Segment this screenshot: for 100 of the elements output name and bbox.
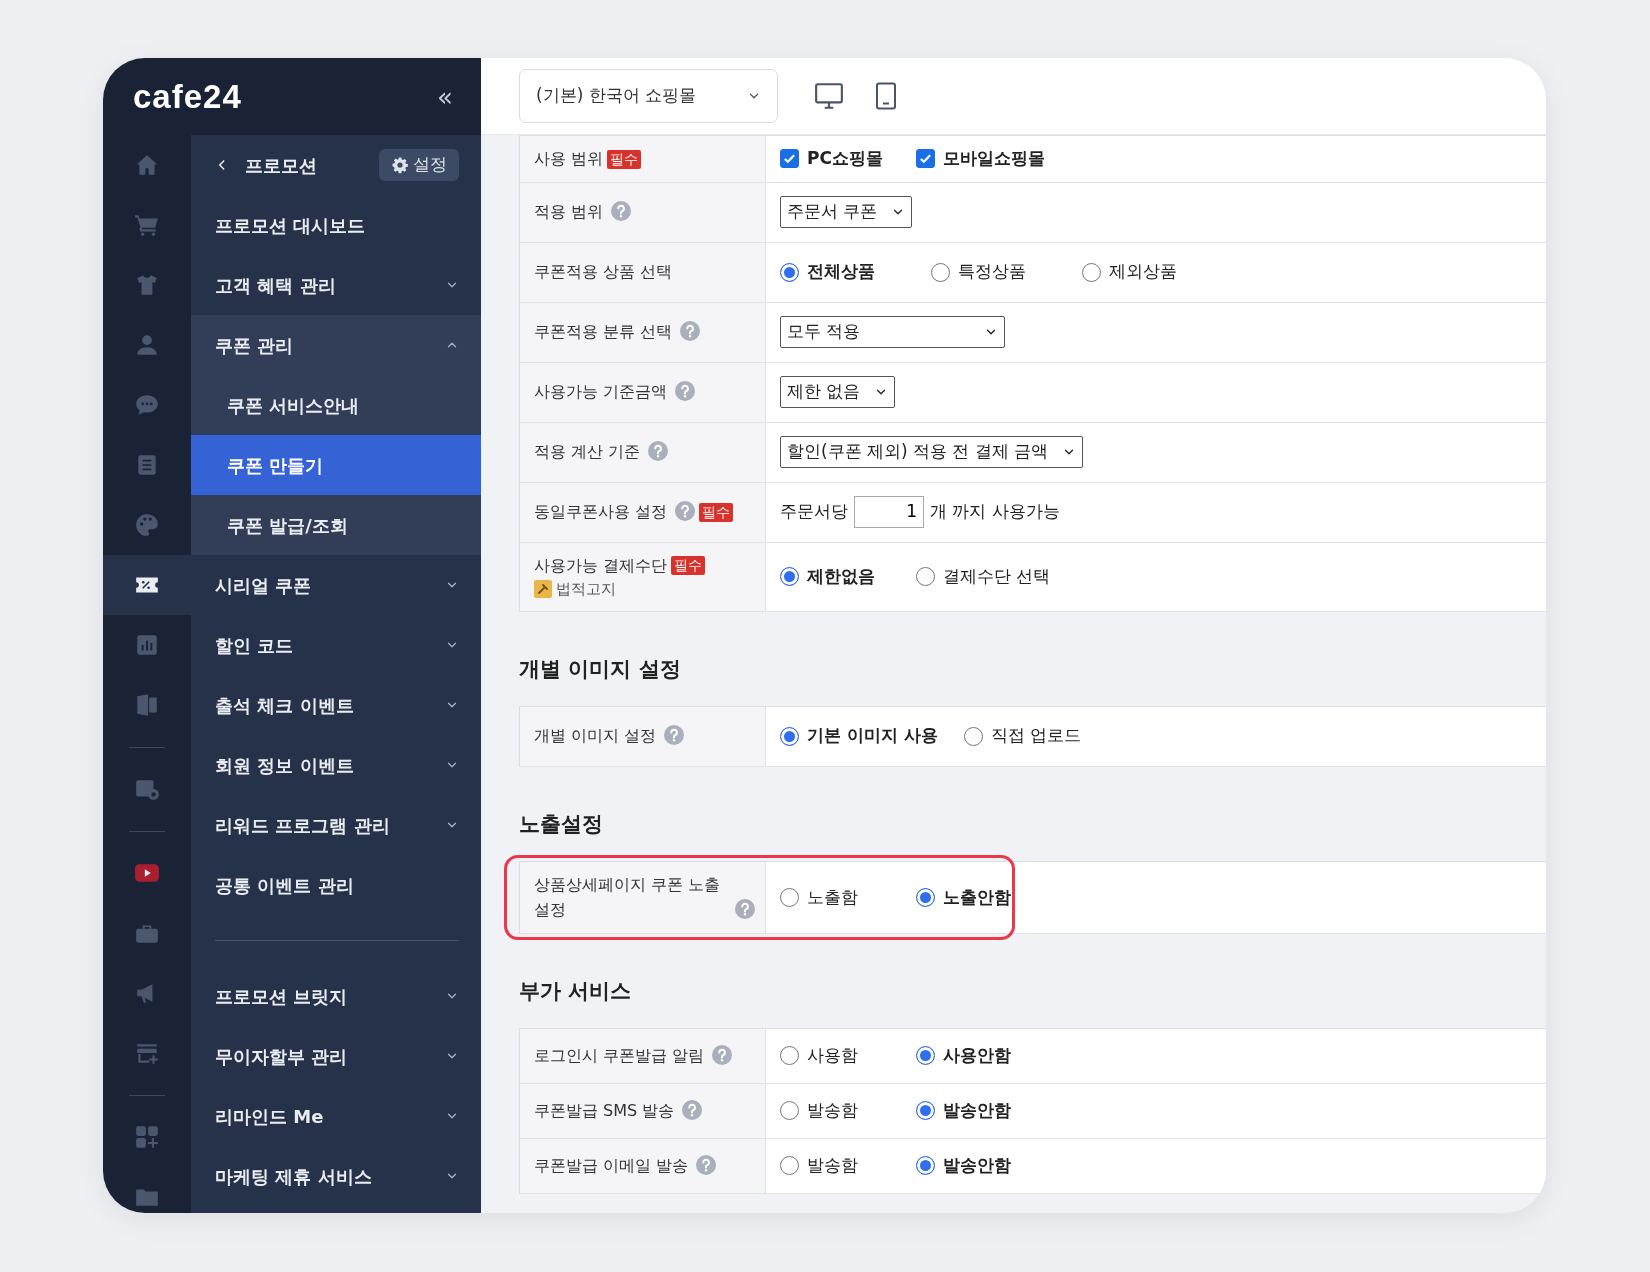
menu-item[interactable]: 리워드 프로그램 관리	[191, 795, 481, 855]
checkbox-label[interactable]: 모바일쇼핑몰	[943, 146, 1045, 172]
select-field[interactable]: 주문서 쿠폰	[780, 196, 913, 228]
menu-item[interactable]: 쿠폰 관리	[191, 315, 481, 375]
menu-item[interactable]: 시리얼 쿠폰	[191, 555, 481, 615]
menu-item[interactable]: 무이자할부 관리	[191, 1026, 481, 1086]
bar-chart-icon	[134, 632, 160, 658]
menu-item[interactable]: 마케팅 제휴 서비스	[191, 1146, 481, 1206]
radio-label[interactable]: 발송안함	[943, 1153, 1011, 1179]
collapse-button[interactable]: «	[437, 83, 453, 110]
field-label: 쿠폰발급 이메일 발송	[534, 1155, 689, 1178]
radio-button[interactable]	[916, 1046, 935, 1066]
field-label: 개별 이미지 설정	[534, 725, 657, 748]
select-field[interactable]: 할인(쿠폰 제외) 적용 전 결제 금액	[780, 436, 1084, 468]
gavel-icon	[534, 580, 552, 599]
radio-label[interactable]: 전체상품	[807, 259, 875, 285]
menu-item[interactable]: 쿠폰 발급/조회	[191, 495, 481, 555]
rail-item[interactable]	[103, 555, 191, 615]
check-icon	[783, 152, 796, 166]
radio-label[interactable]: 발송안함	[943, 1098, 1011, 1124]
radio-button[interactable]	[1082, 262, 1101, 282]
radio-label[interactable]: 제한없음	[807, 563, 875, 590]
field-label: 사용가능 결제수단	[534, 554, 668, 577]
radio-label[interactable]: 노출함	[807, 884, 858, 911]
help-icon	[696, 1154, 717, 1175]
field-label: 쿠폰적용 상품 선택	[534, 261, 673, 284]
menu-item[interactable]: 프로모션 대시보드	[191, 195, 481, 255]
field-label: 동일쿠폰사용 설정	[534, 501, 668, 524]
check-icon	[919, 152, 932, 166]
required-badge: 필수	[607, 149, 642, 169]
radio-button[interactable]	[916, 1101, 935, 1121]
settings-button[interactable]: 설정	[379, 149, 459, 181]
menu-item[interactable]: 리마인드 Me	[191, 1086, 481, 1146]
radio-button[interactable]	[780, 726, 799, 746]
field-label: 적용 계산 기준	[534, 441, 641, 464]
checkbox[interactable]	[780, 149, 799, 169]
radio-button[interactable]	[916, 567, 935, 587]
field-text: 개 까지 사용가능	[930, 500, 1060, 524]
radio-button[interactable]	[780, 1101, 799, 1121]
help-icon	[664, 725, 685, 745]
radio-button[interactable]	[780, 1156, 799, 1176]
radio-button[interactable]	[780, 887, 799, 907]
radio-button[interactable]	[916, 887, 935, 907]
radio-button[interactable]	[931, 262, 950, 282]
menu-item[interactable]: 회원 정보 이벤트	[191, 735, 481, 795]
help-icon	[712, 1044, 733, 1065]
menu-item[interactable]: 출석 체크 이벤트	[191, 675, 481, 735]
field-label: 상품상세페이지 쿠폰 노출 설정	[534, 873, 722, 922]
select-field[interactable]: 모두 적용	[780, 316, 1005, 348]
help-icon	[675, 500, 696, 521]
settings-icon	[391, 156, 409, 174]
select-field[interactable]: 제한 없음	[780, 376, 896, 408]
help-icon	[735, 898, 755, 919]
desktop-icon	[814, 81, 844, 111]
radio-button[interactable]	[963, 726, 983, 746]
menu-item[interactable]: 쿠폰 서비스안내	[191, 375, 481, 435]
radio-button[interactable]	[780, 1046, 799, 1066]
logo[interactable]: cafe24	[133, 71, 242, 122]
palette-icon	[134, 512, 160, 538]
field-label: 사용 범위	[534, 148, 604, 170]
radio-label[interactable]: 특정상품	[958, 259, 1026, 285]
help-icon	[682, 1099, 703, 1120]
radio-label[interactable]: 발송함	[807, 1153, 858, 1179]
field-label: 쿠폰발급 SMS 발송	[534, 1100, 675, 1123]
radio-label[interactable]: 결제수단 선택	[943, 563, 1051, 590]
shop-select[interactable]: (기본) 한국어 쇼핑몰	[519, 69, 778, 123]
menu-item[interactable]: 고객 혜택 관리	[191, 255, 481, 315]
required-badge: 필수	[671, 556, 706, 576]
desktop-view-button[interactable]	[814, 81, 844, 111]
help-icon	[611, 200, 632, 221]
radio-button[interactable]	[780, 262, 799, 282]
radio-label[interactable]: 사용함	[807, 1043, 858, 1069]
menu-item[interactable]: 프로모션 브릿지	[191, 966, 481, 1026]
radio-label[interactable]: 기본 이미지 사용	[807, 723, 938, 749]
back-link[interactable]: 프로모션	[215, 151, 317, 179]
section-title: 부가 서비스	[519, 977, 633, 1005]
field-label: 로그인시 쿠폰발급 알림	[534, 1045, 705, 1068]
radio-button[interactable]	[780, 567, 799, 587]
help-icon	[680, 320, 701, 341]
apps-add-icon	[134, 1124, 160, 1150]
help-icon	[675, 380, 696, 401]
radio-label[interactable]: 제외상품	[1109, 259, 1177, 285]
radio-label[interactable]: 발송함	[807, 1098, 858, 1124]
radio-label[interactable]: 직접 업로드	[990, 723, 1082, 749]
radio-button[interactable]	[916, 1156, 935, 1176]
required-badge: 필수	[699, 503, 734, 522]
menu-item[interactable]: 쿠폰 만들기	[191, 435, 481, 495]
radio-label[interactable]: 노출안함	[943, 884, 1011, 911]
section-title: 노출설정	[519, 810, 604, 838]
field-label: 적용 범위	[534, 201, 604, 224]
checkbox-label[interactable]: PC쇼핑몰	[807, 146, 883, 172]
field-text: 주문서당	[780, 500, 848, 524]
count-input[interactable]: 1	[854, 496, 924, 528]
legal-notice-link[interactable]: 법적고지	[556, 578, 616, 601]
help-icon	[648, 440, 669, 461]
radio-label[interactable]: 사용안함	[943, 1043, 1011, 1069]
menu-item[interactable]: 공통 이벤트 관리	[191, 855, 481, 915]
menu-item[interactable]: 할인 코드	[191, 615, 481, 675]
checkbox[interactable]	[916, 149, 935, 169]
spreadsheet-icon	[134, 692, 160, 718]
